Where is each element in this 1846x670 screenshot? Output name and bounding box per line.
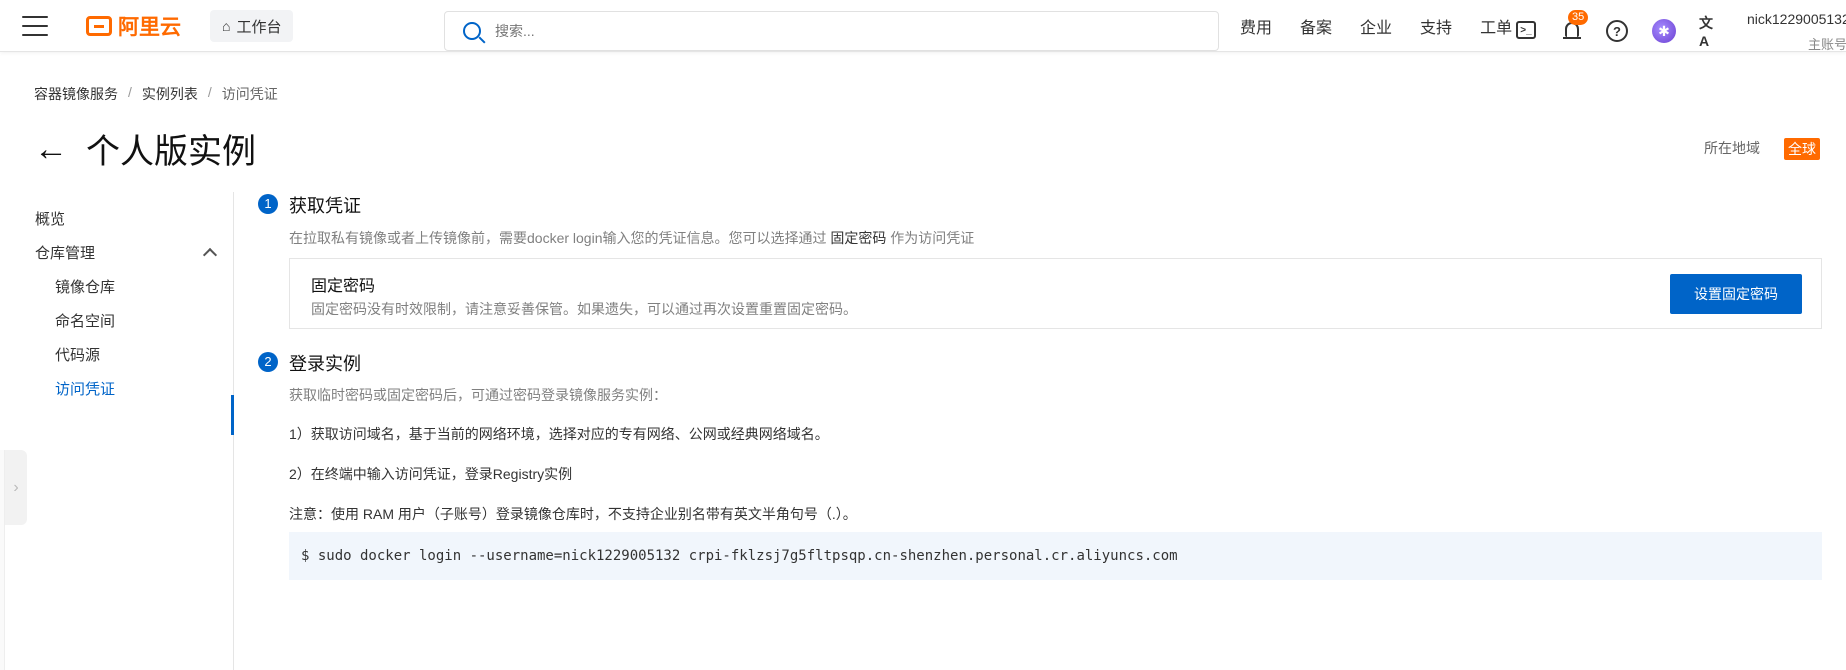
sidebar-item-image-repos[interactable]: 镜像仓库 — [55, 276, 115, 297]
terminal-icon[interactable]: >_ — [1516, 21, 1536, 39]
step-number-2: 2 — [258, 352, 278, 372]
step-1-description: 在拉取私有镜像或者上传镜像前，需要docker login输入您的凭证信息。您可… — [289, 228, 974, 248]
breadcrumb-item-registry[interactable]: 容器镜像服务 — [34, 84, 118, 104]
top-nav-links: 费用 备案 企业 支持 工单 — [1240, 0, 1540, 52]
language-icon[interactable]: 文A — [1699, 15, 1721, 49]
fixed-password-card: 固定密码 固定密码没有时效限制，请注意妥善保管。如果遗失，可以通过再次设置重置固… — [289, 258, 1822, 329]
page-title: 个人版实例 — [86, 133, 256, 171]
breadcrumb-item-instances[interactable]: 实例列表 — [142, 84, 198, 104]
workbench-label: 工作台 — [236, 18, 282, 36]
set-fixed-password-button[interactable]: 设置固定密码 — [1670, 274, 1802, 314]
user-role: 主账号 — [1808, 37, 1846, 52]
hamburger-menu-icon[interactable] — [22, 16, 48, 38]
docker-login-command[interactable]: $ sudo docker login --username=nick12290… — [289, 532, 1822, 580]
back-arrow-icon[interactable]: ← — [34, 132, 68, 166]
ram-user-note: 注意：使用 RAM 用户（子账号）登录镜像仓库时，不支持企业别名带有英文半角句号… — [289, 506, 857, 522]
nav-link-enterprise[interactable]: 企业 — [1360, 14, 1392, 38]
page-header: ← 个人版实例 — [34, 124, 256, 173]
breadcrumb: 容器镜像服务 / 实例列表 / 访问凭证 — [34, 84, 278, 104]
step-number-1: 1 — [258, 194, 278, 214]
search-input[interactable] — [495, 23, 1218, 39]
active-indicator — [231, 395, 234, 435]
chevron-right-icon: › — [13, 478, 19, 496]
sidebar-item-namespaces[interactable]: 命名空间 — [55, 310, 115, 331]
region-badge: 全球 — [1784, 138, 1820, 160]
search-icon — [463, 22, 481, 40]
nav-link-icp[interactable]: 备案 — [1300, 14, 1332, 38]
instruction-line-2: 2）在终端中输入访问凭证，登录Registry实例 — [289, 466, 573, 482]
sidebar-item-repo-management[interactable]: 仓库管理 — [35, 242, 95, 263]
instruction-line-1: 1）获取访问域名，基于当前的网络环境，选择对应的专有网络、公网或经典网络域名。 — [289, 426, 829, 442]
step-1-desc-link: 固定密码 — [830, 230, 887, 246]
step-2-description: 获取临时密码或固定密码后，可通过密码登录镜像服务实例： — [289, 387, 667, 403]
breadcrumb-separator: / — [128, 84, 132, 100]
sidebar-item-code-source[interactable]: 代码源 — [55, 344, 100, 365]
sidebar-item-overview[interactable]: 概览 — [35, 208, 65, 229]
left-sidebar: 概览 仓库管理 镜像仓库 命名空间 代码源 访问凭证 — [0, 192, 234, 670]
step-1-desc-after: 作为访问凭证 — [890, 230, 975, 246]
breadcrumb-item-credentials: 访问凭证 — [221, 86, 278, 102]
sidebar-item-access-credentials[interactable]: 访问凭证 — [55, 378, 115, 399]
help-icon[interactable]: ? — [1606, 20, 1628, 42]
card-title: 固定密码 — [311, 278, 376, 295]
sidebar-expand-handle[interactable]: › — [5, 450, 27, 525]
aliyun-logo-icon — [86, 16, 112, 36]
workbench-button[interactable]: ⌂ 工作台 — [210, 10, 294, 42]
region-label: 所在地域 — [1704, 140, 1760, 156]
notification-badge: 35 — [1568, 10, 1589, 25]
home-icon: ⌂ — [222, 18, 231, 34]
step-2-title: 登录实例 — [289, 354, 361, 374]
user-name[interactable]: nick1229005132 — [1747, 11, 1846, 27]
breadcrumb-separator: / — [207, 84, 212, 100]
step-1-title: 获取凭证 — [289, 196, 361, 216]
assistant-avatar-icon[interactable]: ✱ — [1652, 19, 1676, 43]
search-box[interactable] — [444, 11, 1219, 51]
nav-link-billing[interactable]: 费用 — [1240, 14, 1272, 38]
logo-text: 阿里云 — [118, 16, 181, 39]
nav-link-support[interactable]: 支持 — [1420, 14, 1452, 38]
card-description: 固定密码没有时效限制，请注意妥善保管。如果遗失，可以通过再次设置重置固定密码。 — [311, 301, 857, 317]
step-1-desc-before: 在拉取私有镜像或者上传镜像前，需要docker login输入您的凭证信息。您可… — [289, 230, 827, 246]
chevron-up-icon[interactable] — [202, 247, 218, 263]
top-bar: 阿里云 ⌂ 工作台 费用 备案 企业 支持 工单 >_ 35 ? ✱ 文A ni… — [0, 0, 1846, 52]
nav-link-ticket[interactable]: 工单 — [1480, 14, 1512, 38]
aliyun-logo[interactable]: 阿里云 — [86, 14, 181, 39]
